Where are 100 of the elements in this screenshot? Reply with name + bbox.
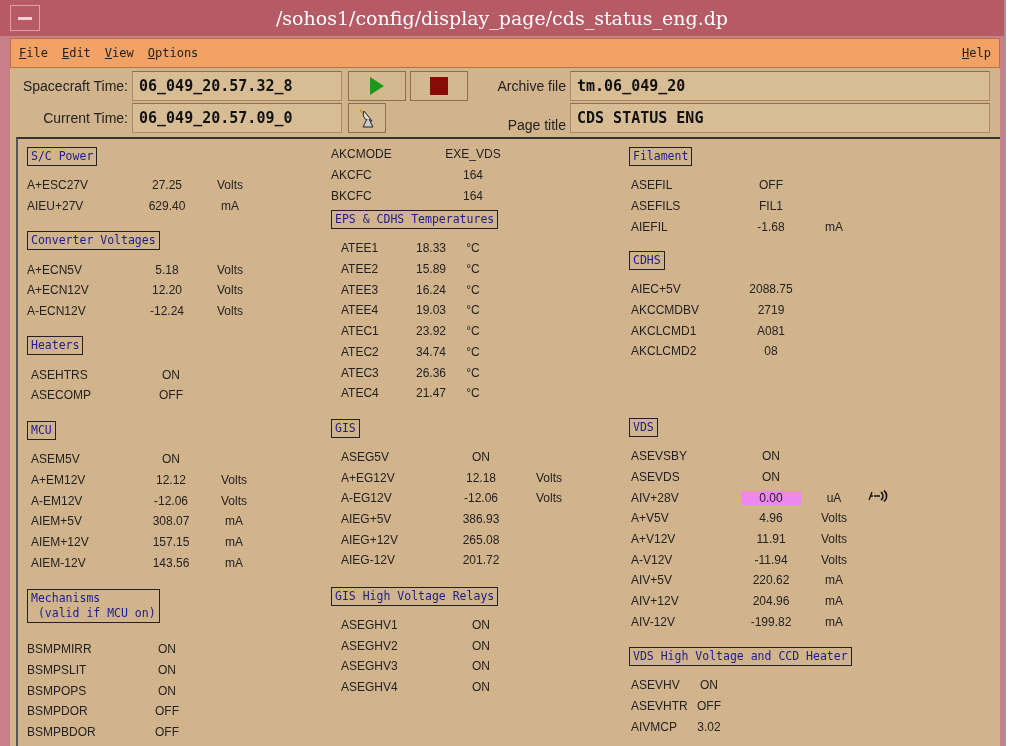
parameter-value: FIL1 — [759, 199, 783, 214]
unit-label: °C — [466, 303, 480, 318]
parameter-value: ON — [472, 680, 490, 695]
parameter-name: AKCLCMD1 — [631, 323, 698, 338]
parameter-value: 164 — [463, 188, 483, 203]
parameter-value: -1.68 — [757, 219, 785, 234]
field-label: Spacecraft Time: — [21, 78, 129, 94]
section-header: Heaters — [27, 336, 84, 356]
parameter-name: A+ECN5V — [27, 262, 84, 277]
parameter-name: A-ECN12V — [27, 304, 87, 319]
parameter-name: A+ESC27V — [27, 178, 90, 193]
menu-item[interactable]: File — [19, 46, 48, 60]
satellite-button[interactable] — [348, 103, 386, 133]
parameter-name: AIEG+12V — [341, 532, 400, 547]
parameter-value: 157.15 — [152, 534, 190, 549]
parameter-value: 26.36 — [416, 365, 446, 380]
parameter-name: A-V12V — [631, 552, 674, 567]
parameter-name: AKCMODE — [331, 147, 393, 162]
parameter-value: 27.25 — [152, 178, 182, 193]
parameter-name: AIEFIL — [631, 219, 669, 234]
parameter-name: AIEU+27V — [27, 199, 85, 214]
archive-file-field[interactable]: tm.06_049_20 — [570, 71, 990, 101]
unit-label: mA — [225, 514, 243, 529]
section-header: Converter Voltages — [27, 231, 160, 251]
unit-label: Volts — [217, 304, 243, 319]
parameter-name: A-EG12V — [341, 491, 393, 506]
parameter-value: 0.00 — [741, 490, 801, 505]
parameter-name: BKCFC — [331, 188, 373, 203]
parameter-value: -11.94 — [754, 552, 788, 567]
menu-item[interactable]: Edit — [61, 46, 91, 60]
section-header: EPS & CDHS Temperatures — [331, 210, 499, 230]
menu-item[interactable]: Options — [147, 46, 199, 60]
section-header: MCU — [27, 420, 56, 440]
play-icon — [370, 77, 384, 95]
parameter-value: OFF — [159, 388, 183, 403]
parameter-value: 12.12 — [156, 472, 186, 487]
parameter-value: ON — [162, 367, 180, 382]
parameter-name: ASEVHTR — [631, 699, 689, 714]
stop-button[interactable] — [410, 71, 468, 101]
parameter-name: ASEFILS — [631, 199, 682, 214]
parameter-value: 11.91 — [756, 531, 786, 546]
parameter-name: AIV+5V — [631, 573, 674, 588]
section-header: VDS High Voltage and CCD Heater — [629, 647, 852, 666]
window-title: /sohos1/config/display_page/cds_status_eng.dp — [274, 7, 730, 29]
section-header: GIS — [331, 418, 360, 438]
parameter-value: 308.07 — [152, 514, 190, 529]
parameter-name: ATEE3 — [341, 282, 380, 297]
help-menu[interactable]: Help — [962, 46, 991, 60]
field-label: Page title — [506, 117, 567, 133]
parameter-value: A081 — [757, 323, 785, 338]
parameter-name: A+EG12V — [341, 470, 396, 485]
parameter-name: ATEC4 — [341, 386, 380, 401]
parameter-value: 12.20 — [152, 283, 182, 298]
parameter-name: ASEGHV2 — [341, 638, 399, 653]
parameter-value: 204.96 — [752, 593, 790, 608]
unit-label: mA — [221, 199, 239, 214]
parameter-value: 18.33 — [416, 241, 446, 256]
parameter-name: ASEHTRS — [31, 367, 89, 382]
parameter-value: 2719 — [757, 303, 785, 318]
parameter-name: AIVMCP — [631, 719, 678, 734]
parameter-value: 386.93 — [462, 511, 500, 526]
page-title-field[interactable]: CDS STATUS ENG — [570, 103, 990, 133]
parameter-value: 12.18 — [466, 470, 496, 485]
unit-label: °C — [466, 386, 480, 401]
stop-icon — [430, 77, 448, 95]
parameter-value: ON — [158, 662, 176, 677]
field-label: Archive file — [496, 78, 567, 94]
current-time-field[interactable]: 06_049_20.57.09_0 — [132, 103, 342, 133]
unit-label: Volts — [217, 283, 243, 298]
parameter-value: 164 — [463, 168, 483, 183]
menu-item[interactable]: View — [104, 46, 134, 60]
window-menu-button[interactable] — [10, 5, 40, 31]
unit-label: Volts — [821, 552, 847, 567]
parameter-value: 5.18 — [155, 262, 179, 277]
parameter-name: AIEM+5V — [31, 514, 84, 529]
unit-label: Volts — [217, 178, 243, 193]
parameter-value: OFF — [759, 178, 783, 193]
parameter-value: 2088.75 — [749, 282, 793, 297]
parameter-name: ASEGHV3 — [341, 659, 399, 674]
parameter-value: 15.89 — [416, 262, 446, 277]
parameter-name: ATEE4 — [341, 303, 380, 318]
spacecraft-time-field[interactable]: 06_049_20.57.32_8 — [132, 71, 342, 101]
unit-label: Volts — [821, 511, 847, 526]
parameter-value: -199.82 — [750, 614, 792, 629]
parameter-value: ON — [700, 678, 718, 693]
parameter-value: ON — [472, 638, 490, 653]
parameter-value: ON — [472, 449, 490, 464]
parameter-value: -12.24 — [150, 304, 184, 319]
parameter-name: AIEM+12V — [31, 534, 90, 549]
parameter-name: A+V5V — [631, 511, 670, 526]
parameter-value: 21.47 — [416, 386, 446, 401]
parameter-value: ON — [762, 469, 780, 484]
section-header: GIS High Voltage Relays — [331, 586, 499, 606]
parameter-value: 4.96 — [759, 511, 783, 526]
parameter-name: BSMPDOR — [27, 704, 89, 719]
parameter-name: AKCLCMD2 — [631, 344, 698, 359]
parameter-name: ATEC2 — [341, 344, 380, 359]
parameter-value: ON — [762, 449, 780, 464]
signal-icon — [867, 490, 889, 503]
parameter-value: 19.03 — [416, 303, 446, 318]
